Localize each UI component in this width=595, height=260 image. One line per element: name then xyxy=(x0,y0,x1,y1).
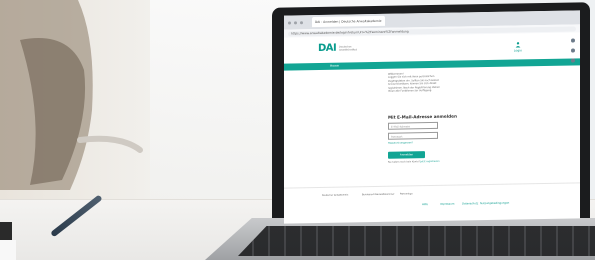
sidebar-icon[interactable] xyxy=(571,48,575,53)
login-link[interactable]: Login xyxy=(513,41,522,53)
laptop-keyboard xyxy=(238,226,595,256)
office-chair xyxy=(0,0,143,190)
site-header: DAI Deutsches Anwaltsinstitut Login xyxy=(284,32,580,63)
intro-text: Willkommen! Loggen Sie sich mit Ihren pe… xyxy=(388,72,440,93)
browser-tab[interactable]: DAI - Anmelden | Deutsche Anwaltakademie xyxy=(312,15,385,28)
window-control-icon[interactable] xyxy=(300,20,303,24)
user-icon xyxy=(515,42,521,48)
browser-sidebar xyxy=(571,38,577,63)
partner-logo: Deutscher Anwaltverein xyxy=(322,193,349,197)
login-title: Mit E-Mail-Adresse anmelden xyxy=(388,113,457,120)
password-field[interactable]: Passwort xyxy=(388,131,438,140)
footer-link-help[interactable]: Hilfe xyxy=(422,203,428,206)
sidebar-icon[interactable] xyxy=(571,38,575,43)
forgot-password-link[interactable]: Passwort vergessen? xyxy=(388,141,413,144)
email-field[interactable]: E-Mail-Adresse xyxy=(388,121,438,130)
paper-sheet xyxy=(0,240,16,260)
window-control-icon[interactable] xyxy=(288,20,291,25)
register-prefix: Sie haben noch kein Konto? xyxy=(388,160,420,164)
register-link[interactable]: Jetzt registrieren xyxy=(420,160,439,163)
footer-link-imprint[interactable]: Impressum xyxy=(440,203,454,206)
footer-link-terms[interactable]: Nutzungsbedingungen xyxy=(480,202,509,206)
login-label: Login xyxy=(513,48,522,53)
partner-logo: Partnerlogo xyxy=(400,192,413,196)
window-control-icon[interactable] xyxy=(294,20,297,24)
login-button[interactable]: Anmelden xyxy=(388,151,425,159)
intro-body: Loggen Sie sich mit Ihren persönlichen Z… xyxy=(388,75,440,93)
sidebar-icon[interactable] xyxy=(571,58,575,63)
footer-link-privacy[interactable]: Datenschutz xyxy=(462,202,478,205)
laptop-screen: DAI - Anmelden | Deutsche Anwaltakademie… xyxy=(284,10,580,224)
partner-logo: Bundesrechtsanwaltskammer xyxy=(362,192,395,197)
site-logo-subtitle: Deutsches Anwaltsinstitut xyxy=(339,45,357,52)
nav-item-home[interactable]: Home xyxy=(330,64,339,68)
site-logo[interactable]: DAI xyxy=(318,43,336,54)
login-content: Willkommen! Loggen Sie sich mit Ihren pe… xyxy=(284,65,580,188)
register-line: Sie haben noch kein Konto? Jetzt registr… xyxy=(388,160,440,164)
